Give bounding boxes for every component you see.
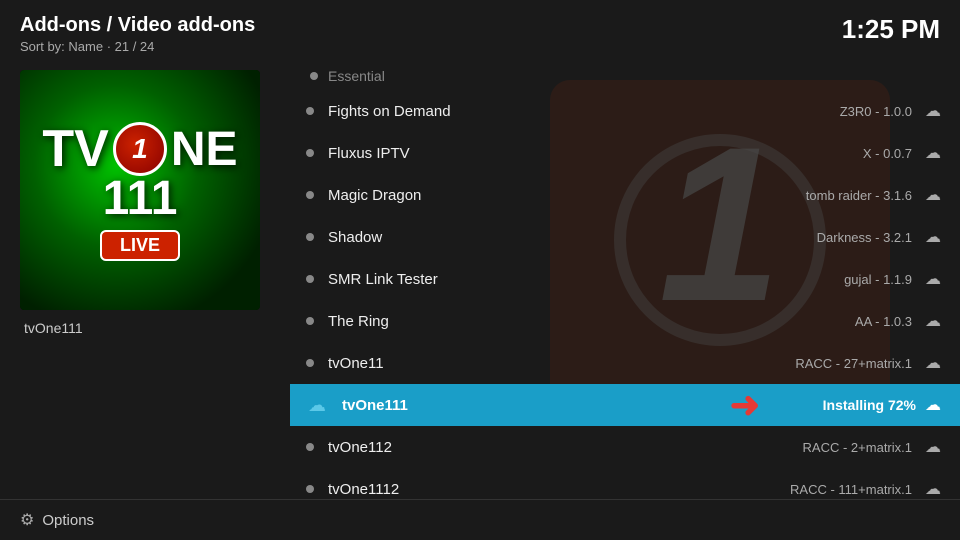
section-header-label: Essential <box>328 68 385 84</box>
list-item[interactable]: tvOne11 RACC - 27+matrix.1 ☁ <box>290 342 960 384</box>
page-title: Add-ons / Video add-ons <box>20 14 255 37</box>
tv-logo-tv: TV <box>42 119 108 179</box>
download-icon: ☁ <box>922 100 944 122</box>
list-item[interactable]: SMR Link Tester gujal - 1.1.9 ☁ <box>290 258 960 300</box>
item-bullet <box>306 317 314 325</box>
header-left: Add-ons / Video add-ons Sort by: Name · … <box>20 14 255 54</box>
list-container: Fights on Demand Z3R0 - 1.0.0 ☁ Fluxus I… <box>290 90 960 499</box>
list-item[interactable]: tvOne1112 RACC - 111+matrix.1 ☁ <box>290 468 960 499</box>
list-item[interactable]: ☁ tvOne111 Installing 72% ➜ ☁ <box>290 384 960 426</box>
addon-name: tvOne111 <box>20 320 83 336</box>
options-icon: ⚙ <box>20 510 34 530</box>
item-name: SMR Link Tester <box>328 271 844 288</box>
item-bullet <box>306 107 314 115</box>
item-meta: tomb raider - 3.1.6 <box>806 188 912 203</box>
download-icon: ☁ <box>922 226 944 248</box>
item-name: tvOne11 <box>328 355 795 372</box>
download-icon: ☁ <box>922 142 944 164</box>
item-meta: Darkness - 3.2.1 <box>817 230 912 245</box>
options-label: Options <box>42 512 94 529</box>
list-item[interactable]: Fluxus IPTV X - 0.0.7 ☁ <box>290 132 960 174</box>
list-item[interactable]: Shadow Darkness - 3.2.1 ☁ <box>290 216 960 258</box>
item-meta: RACC - 111+matrix.1 <box>790 482 912 497</box>
item-name: Shadow <box>328 229 817 246</box>
download-icon: ☁ <box>922 436 944 458</box>
addon-icon: ☁ <box>306 397 328 413</box>
item-bullet <box>306 443 314 451</box>
item-name: Fights on Demand <box>328 103 840 120</box>
item-meta: Z3R0 - 1.0.0 <box>840 104 912 119</box>
item-meta: RACC - 2+matrix.1 <box>803 440 912 455</box>
list-item[interactable]: Magic Dragon tomb raider - 3.1.6 ☁ <box>290 174 960 216</box>
download-icon: ☁ <box>922 268 944 290</box>
item-name: tvOne112 <box>328 439 803 456</box>
addon-number: 111 <box>103 171 178 226</box>
bottom-bar[interactable]: ⚙ Options <box>0 499 960 540</box>
item-meta: X - 0.0.7 <box>863 146 912 161</box>
live-badge: LIVE <box>100 230 180 261</box>
clock: 1:25 PM <box>842 14 940 45</box>
download-icon: ☁ <box>922 478 944 499</box>
item-status: Installing 72% <box>823 397 916 413</box>
item-bullet <box>306 275 314 283</box>
item-bullet <box>306 485 314 493</box>
item-name: Magic Dragon <box>328 187 806 204</box>
section-bullet <box>310 72 318 80</box>
download-icon: ☁ <box>922 184 944 206</box>
tv-logo-circle: 1 <box>113 122 167 176</box>
item-name: Fluxus IPTV <box>328 145 863 162</box>
download-icon: ☁ <box>922 310 944 332</box>
left-panel: TV 1 NE 111 LIVE tvOne111 <box>0 60 290 499</box>
item-bullet <box>306 359 314 367</box>
list-item[interactable]: The Ring AA - 1.0.3 ☁ <box>290 300 960 342</box>
item-bullet <box>306 149 314 157</box>
sort-info: Sort by: Name · 21 / 24 <box>20 39 255 54</box>
item-meta: RACC - 27+matrix.1 <box>795 356 912 371</box>
item-bullet <box>306 233 314 241</box>
addon-list: Essential Fights on Demand Z3R0 - 1.0.0 … <box>290 60 960 499</box>
tv-logo-ne: NE <box>171 122 238 177</box>
item-bullet <box>306 191 314 199</box>
arrow-indicator: ➜ <box>730 384 760 426</box>
section-header: Essential <box>290 60 960 90</box>
item-meta: gujal - 1.1.9 <box>844 272 912 287</box>
item-name: The Ring <box>328 313 855 330</box>
download-icon: ☁ <box>922 394 944 416</box>
item-name: tvOne1112 <box>328 481 790 498</box>
download-icon: ☁ <box>922 352 944 374</box>
list-item[interactable]: Fights on Demand Z3R0 - 1.0.0 ☁ <box>290 90 960 132</box>
header: Add-ons / Video add-ons Sort by: Name · … <box>0 0 960 60</box>
item-meta: AA - 1.0.3 <box>855 314 912 329</box>
main-content: TV 1 NE 111 LIVE tvOne111 Essential Figh… <box>0 60 960 499</box>
addon-thumbnail: TV 1 NE 111 LIVE <box>20 70 260 310</box>
list-item[interactable]: tvOne112 RACC - 2+matrix.1 ☁ <box>290 426 960 468</box>
